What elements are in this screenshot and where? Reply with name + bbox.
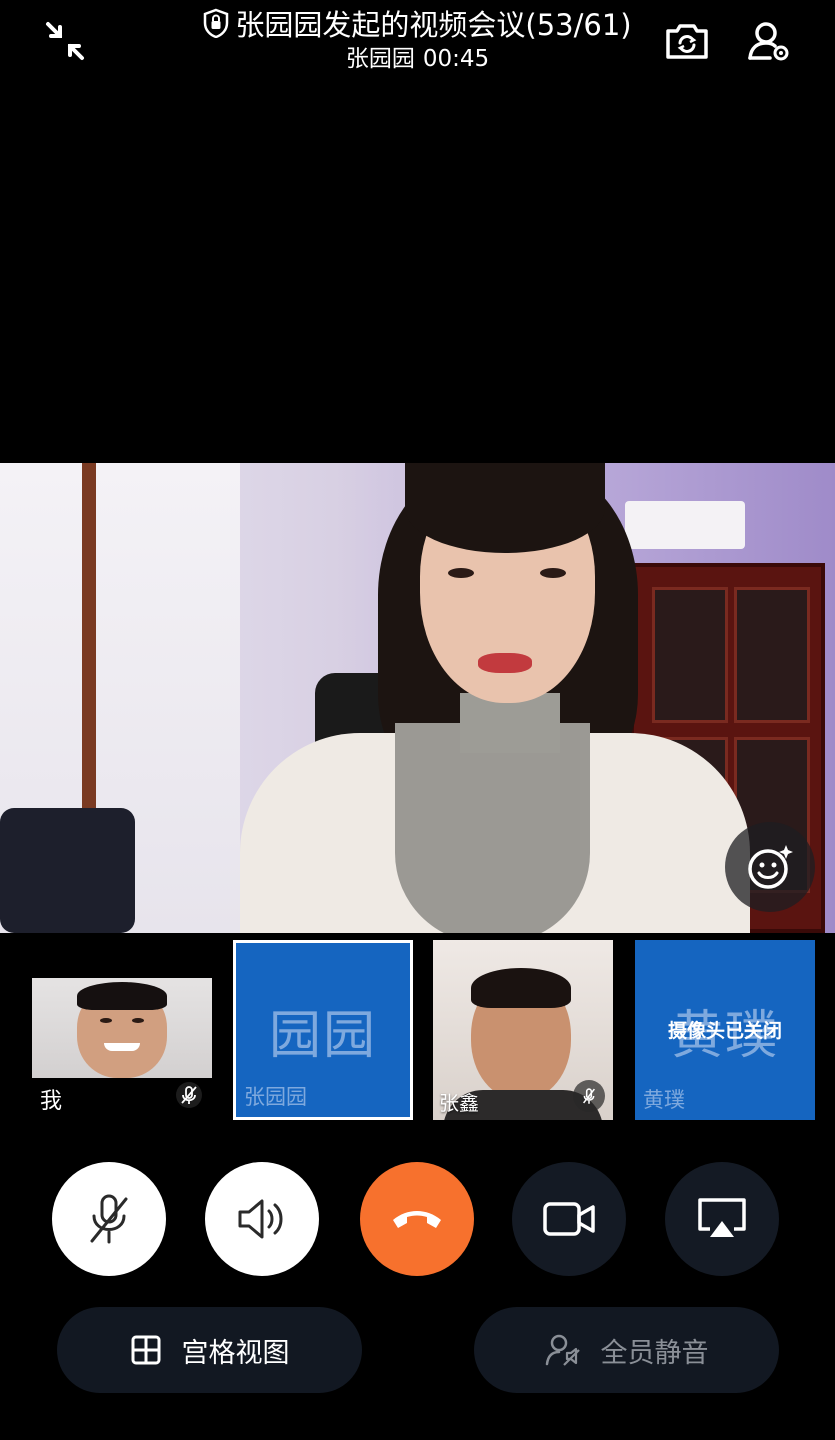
speaker-icon: [238, 1199, 283, 1239]
grid-icon: [130, 1334, 162, 1366]
lock-icon: [203, 8, 229, 47]
video-background: [0, 808, 135, 933]
hang-up-button[interactable]: [360, 1162, 474, 1276]
mic-off-icon: [90, 1194, 128, 1244]
main-speaker-video[interactable]: [0, 463, 835, 933]
participant-tile-active-speaker[interactable]: 园园 张园园: [233, 940, 413, 1120]
switch-camera-icon: [666, 24, 708, 59]
screen-share-button[interactable]: [665, 1162, 779, 1276]
speaker-figure: [405, 463, 605, 553]
host-name: 张园园: [345, 46, 415, 72]
participants-settings-icon: [748, 22, 789, 61]
participant-hair: [471, 968, 571, 1008]
camera-off-status: 摄像头已关闭: [667, 1020, 782, 1042]
avatar: 园园: [268, 1005, 377, 1066]
mute-all-label: 全员静音: [600, 1337, 709, 1369]
smile-sparkle-icon: [748, 845, 793, 889]
grid-view-button[interactable]: 宫格视图: [57, 1307, 362, 1393]
video-background: [652, 587, 728, 723]
beauty-filter-button[interactable]: [725, 822, 815, 912]
video-camera-icon: [543, 1202, 595, 1236]
video-background: [625, 501, 745, 549]
participant-face: [100, 1018, 112, 1023]
participants-button[interactable]: [744, 16, 794, 66]
mute-all-button[interactable]: 全员静音: [474, 1307, 779, 1393]
participant-tile-self[interactable]: [32, 978, 212, 1078]
mic-muted-icon: [573, 1080, 605, 1112]
hang-up-icon: [393, 1211, 441, 1228]
call-header: 张园园发起的视频会议(53/61) 张园园 00:45: [0, 0, 835, 90]
switch-camera-button[interactable]: [662, 16, 712, 66]
participant-name: 黄璞: [643, 1088, 685, 1112]
participant-name: 张鑫: [439, 1091, 479, 1115]
participant-tile[interactable]: 黄璞 摄像头已关闭 黄璞: [635, 940, 815, 1120]
video-background: [734, 587, 810, 723]
speaker-figure: [395, 723, 590, 933]
participant-hair: [77, 982, 167, 1010]
speaker-figure: [448, 568, 474, 578]
participant-face: [104, 1043, 140, 1051]
mic-muted-icon: [176, 1082, 202, 1112]
call-duration: 00:45: [422, 46, 490, 72]
mute-mic-button[interactable]: [52, 1162, 166, 1276]
participant-name: 我: [40, 1089, 63, 1114]
speaker-figure: [540, 568, 566, 578]
speaker-figure: [478, 653, 532, 673]
participant-face: [132, 1018, 144, 1023]
screen-share-icon: [698, 1198, 746, 1237]
mute-all-icon: [545, 1333, 581, 1367]
grid-view-label: 宫格视图: [181, 1337, 290, 1369]
participant-tile[interactable]: 张鑫: [433, 940, 613, 1120]
call-title-text: 张园园发起的视频会议(53/61): [235, 8, 632, 42]
participant-name: 张园园: [244, 1085, 307, 1109]
camera-toggle-button[interactable]: [512, 1162, 626, 1276]
video-call-screen: 张园园发起的视频会议(53/61) 张园园 00:45 我 园园 张园园 张鑫 …: [0, 0, 835, 1440]
speaker-button[interactable]: [205, 1162, 319, 1276]
